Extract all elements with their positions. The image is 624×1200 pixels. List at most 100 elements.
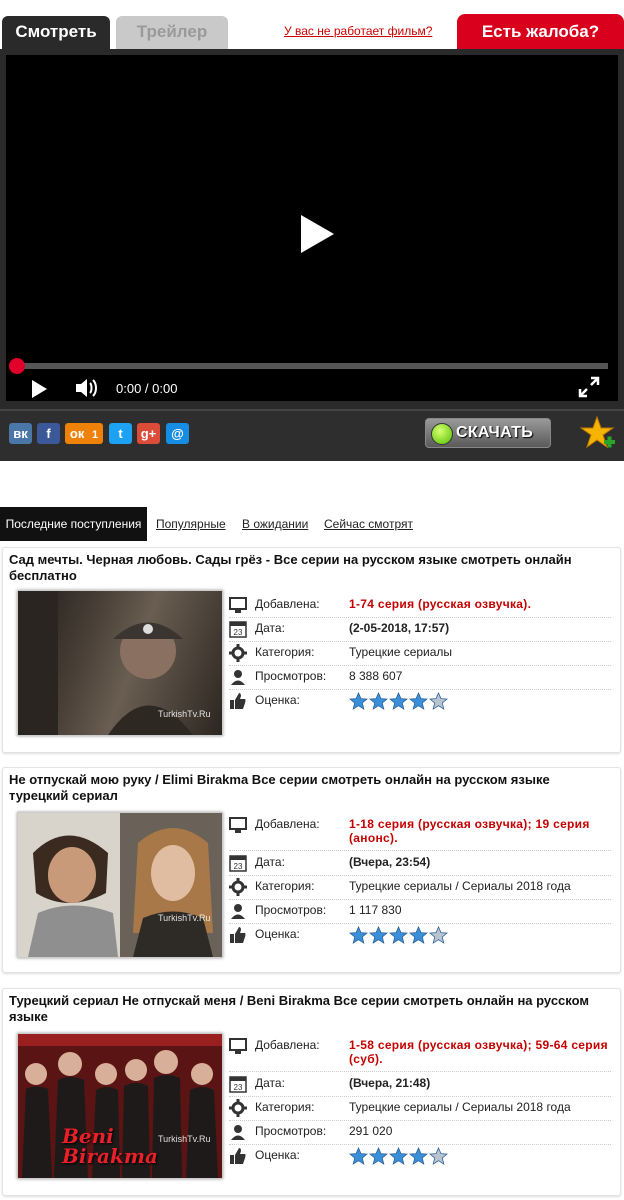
video-player[interactable]: 0:00 / 0:00 [6,55,618,401]
info-row-added: Добавлена: 1-18 серия (русская озвучка);… [229,814,611,851]
info-row-category: Категория: Турецкие сериалы / Сериалы 20… [229,876,611,900]
top-tabs: Смотреть Трейлер У вас не работает фильм… [0,0,624,50]
rating-label: Оценка: [255,693,300,707]
calendar-icon: 23 [229,855,247,872]
users-icon [231,1125,245,1140]
share-bar: вк f ок 1 t g+ @ СКАЧАТЬ [0,409,624,461]
item-title[interactable]: Турецкий сериал Не отпускай меня / Beni … [9,993,609,1025]
star-icon[interactable] [369,691,388,710]
svg-text:23: 23 [234,862,243,871]
star-icon[interactable] [389,925,408,944]
info-row-date: 23 Дата: (Вчера, 21:48) [229,1073,611,1097]
big-play-icon[interactable] [301,215,334,253]
info-row-added: Добавлена: 1-58 серия (русская озвучка);… [229,1035,611,1072]
mail-icon[interactable]: @ [166,423,189,444]
download-icon [431,423,453,445]
star-icon[interactable] [349,691,368,710]
info-row-rating: Оценка: [229,924,611,947]
users-icon [231,904,245,919]
ok-count: 1 [91,429,99,441]
users-icon [231,670,245,685]
views-label: Просмотров: [255,1124,327,1138]
download-button[interactable]: СКАЧАТЬ [425,418,551,448]
category-value[interactable]: Турецкие сериалы [349,645,452,659]
added-value: 1-18 серия (русская озвучка); 19 серия (… [349,817,590,845]
views-value: 1 117 830 [349,903,402,917]
odnoklassniki-icon[interactable]: ок 1 [65,423,103,444]
tab-watching-now[interactable]: Сейчас смотрят [324,507,413,541]
info-row-views: Просмотров: 1 117 830 [229,900,611,924]
complaint-button[interactable]: Есть жалоба? [457,14,624,50]
added-label: Добавлена: [255,1038,320,1052]
video-player-frame: 0:00 / 0:00 [0,49,624,409]
vk-icon[interactable]: вк [9,423,32,444]
added-value: 1-58 серия (русская озвучка); 59-64 сери… [349,1038,608,1066]
thumbnail-art [18,813,222,957]
facebook-icon[interactable]: f [37,423,60,444]
monitor-icon [229,1038,247,1054]
add-favorite-icon[interactable] [580,415,616,451]
star-icon[interactable] [429,691,448,710]
info-row-added: Добавлена: 1-74 серия (русская озвучка). [229,594,611,618]
rating-stars[interactable] [349,1146,449,1165]
twitter-icon[interactable]: t [109,423,132,444]
star-icon[interactable] [429,925,448,944]
star-icon[interactable] [389,1146,408,1165]
date-label: Дата: [255,1076,285,1090]
tab-latest[interactable]: Последние поступления [0,507,147,541]
category-value[interactable]: Турецкие сериалы / Сериалы 2018 года [349,879,571,893]
play-icon[interactable] [32,380,47,398]
tab-upcoming[interactable]: В ожидании [242,507,308,541]
problem-link[interactable]: У вас не работает фильм? [284,24,432,38]
added-label: Добавлена: [255,817,320,831]
star-icon[interactable] [349,925,368,944]
info-row-category: Категория: Турецкие сериалы / Сериалы 20… [229,1097,611,1121]
tab-watch[interactable]: Смотреть [2,16,110,50]
calendar-icon: 23 [229,1076,247,1093]
item-thumbnail[interactable]: TurkishTv.Ru [17,590,223,736]
item-thumbnail[interactable]: TurkishTv.Ru Beni Birakma [17,1033,223,1179]
svg-text:23: 23 [234,1083,243,1092]
star-icon[interactable] [369,925,388,944]
item-thumbnail[interactable]: TurkishTv.Ru [17,812,223,958]
progress-bar[interactable] [9,358,608,374]
download-label: СКАЧАТЬ [456,424,534,441]
tab-trailer[interactable]: Трейлер [116,16,228,50]
category-value[interactable]: Турецкие сериалы / Сериалы 2018 года [349,1100,571,1114]
star-icon[interactable] [349,1146,368,1165]
google-plus-icon[interactable]: g+ [137,423,160,444]
views-label: Просмотров: [255,903,327,917]
star-icon[interactable] [429,1146,448,1165]
item-title[interactable]: Не отпускай мою руку / Elimi Birakma Все… [9,772,609,804]
time-display: 0:00 / 0:00 [116,381,178,396]
thumbnail-watermark: TurkishTv.Ru [158,709,211,719]
item-title[interactable]: Сад мечты. Черная любовь. Сады грёз - Вс… [9,552,609,584]
date-label: Дата: [255,855,285,869]
star-icon[interactable] [409,691,428,710]
fullscreen-icon[interactable] [578,376,600,398]
info-row-views: Просмотров: 291 020 [229,1121,611,1145]
tab-popular[interactable]: Популярные [156,507,226,541]
added-label: Добавлена: [255,597,320,611]
gear-icon [229,878,247,896]
list-item: Не отпускай мою руку / Elimi Birakma Все… [2,767,621,973]
rating-stars[interactable] [349,691,449,710]
star-icon[interactable] [409,925,428,944]
thumbs-up-icon [230,693,246,709]
thumbnail-watermark: TurkishTv.Ru [158,913,211,923]
star-icon[interactable] [369,1146,388,1165]
rating-stars[interactable] [349,925,449,944]
info-row-views: Просмотров: 8 388 607 [229,666,611,690]
star-icon[interactable] [389,691,408,710]
monitor-icon [229,597,247,613]
rating-label: Оценка: [255,1148,300,1162]
info-row-date: 23 Дата: (2-05-2018, 17:57) [229,618,611,642]
star-icon[interactable] [409,1146,428,1165]
gear-icon [229,1099,247,1117]
progress-knob[interactable] [9,358,25,374]
date-value: (2-05-2018, 17:57) [349,621,450,635]
thumbs-up-icon [230,1148,246,1164]
thumbs-up-icon [230,927,246,943]
list-item: Сад мечты. Черная любовь. Сады грёз - Вс… [2,547,621,753]
volume-icon[interactable] [74,377,98,399]
